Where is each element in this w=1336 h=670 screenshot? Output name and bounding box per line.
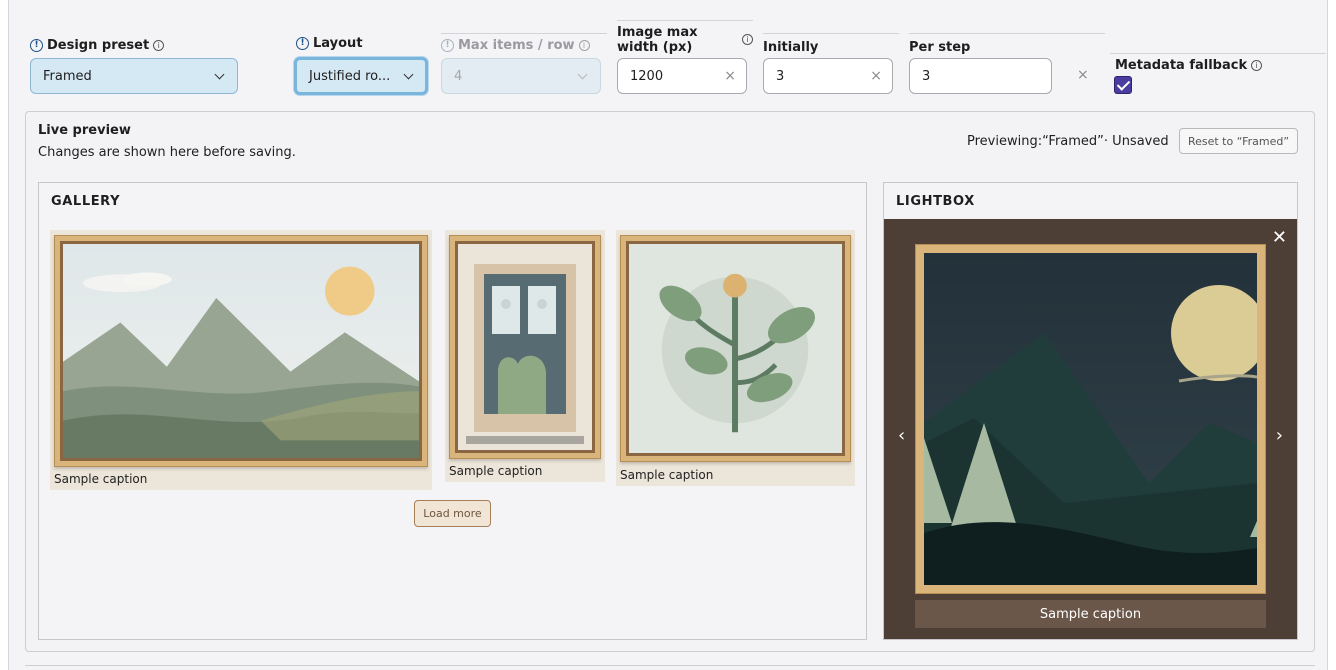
warning-icon: ! [296, 37, 309, 50]
design-preset-select[interactable]: Framed [30, 58, 238, 94]
live-preview-panel: Live preview Changes are shown here befo… [25, 111, 1315, 652]
initially-value: 3 [776, 68, 785, 84]
layout-field: ! Layout [296, 20, 436, 51]
warning-icon: ! [30, 39, 43, 52]
metadata-fallback-field: Metadata fallback i [1110, 53, 1326, 73]
divider [25, 665, 1315, 670]
chevron-down-icon [577, 69, 588, 80]
lightbox-stage: ✕ ‹ › Sample caption [884, 219, 1297, 639]
building-image [458, 244, 592, 450]
image-max-width-field: Image max width (px) i [617, 20, 753, 55]
gallery-preview: GALLERY Sample caption Sample caption Sa… [38, 182, 867, 640]
info-icon[interactable]: i [1251, 60, 1263, 71]
botanical-image [629, 244, 842, 453]
chevron-down-icon [214, 69, 225, 80]
info-icon[interactable]: i [742, 34, 753, 45]
lightbox-caption: Sample caption [915, 600, 1266, 628]
landscape-image [63, 244, 419, 458]
gallery-image-frame [449, 235, 601, 459]
gallery-image-frame [620, 235, 851, 462]
max-items-select: 4 [441, 58, 601, 94]
close-icon[interactable]: ✕ [1272, 227, 1287, 248]
gallery-item[interactable]: Sample caption [616, 230, 855, 486]
image-max-width-input[interactable]: 1200 × [617, 58, 747, 94]
gallery-caption: Sample caption [449, 464, 543, 478]
image-max-width-value: 1200 [630, 68, 664, 84]
lightbox-title: LIGHTBOX [896, 194, 975, 209]
settings-page: ! Design preset i Framed ! Layout Justif… [8, 0, 1328, 670]
live-preview-subtitle: Changes are shown here before saving. [38, 145, 296, 160]
image-max-width-label-line1: Image max [617, 25, 698, 40]
gallery-caption: Sample caption [54, 472, 148, 486]
info-icon: i [578, 40, 590, 51]
layout-label: Layout [313, 36, 363, 51]
chevron-down-icon [403, 69, 414, 80]
design-preset-field: ! Design preset i [30, 20, 240, 53]
initially-input[interactable]: 3 × [763, 58, 893, 94]
initially-label: Initially [763, 40, 819, 55]
max-items-label: Max items / row [458, 38, 575, 53]
lightbox-preview: LIGHTBOX ✕ ‹ › Sample caption [883, 182, 1298, 640]
layout-value: Justified ro... [309, 68, 391, 84]
night-landscape-image [924, 253, 1257, 585]
metadata-fallback-checkbox[interactable] [1114, 76, 1132, 94]
per-step-input[interactable]: 3 [909, 58, 1052, 94]
max-items-field: ! Max items / row i [441, 33, 607, 53]
gallery-item[interactable]: Sample caption [445, 230, 605, 482]
clear-icon[interactable]: × [870, 68, 882, 84]
live-preview-title: Live preview [38, 123, 131, 138]
design-preset-value: Framed [43, 68, 92, 84]
max-items-value: 4 [454, 68, 463, 84]
layout-select[interactable]: Justified ro... [294, 57, 428, 95]
image-max-width-label-line2: width (px) [617, 40, 693, 55]
gallery-item[interactable]: Sample caption [50, 230, 432, 490]
info-icon[interactable]: i [153, 40, 165, 51]
reset-button[interactable]: Reset to “Framed” [1179, 128, 1298, 154]
gallery-title: GALLERY [51, 194, 121, 209]
preview-status: Previewing:“Framed”· Unsaved [967, 134, 1169, 149]
metadata-fallback-label: Metadata fallback [1115, 58, 1248, 73]
gallery-image-frame [54, 235, 428, 467]
warning-icon: ! [441, 39, 454, 52]
design-preset-label: Design preset [47, 38, 150, 53]
per-step-value: 3 [922, 68, 931, 84]
per-step-field: Per step [909, 33, 1105, 55]
chevron-right-icon[interactable]: › [1276, 425, 1283, 446]
chevron-left-icon[interactable]: ‹ [898, 425, 905, 446]
gallery-caption: Sample caption [620, 468, 714, 482]
clear-icon[interactable]: × [1077, 67, 1089, 83]
per-step-label: Per step [909, 40, 971, 55]
clear-icon[interactable]: × [724, 68, 736, 84]
initially-field: Initially [763, 33, 899, 55]
load-more-button[interactable]: Load more [414, 500, 491, 527]
lightbox-image-frame [915, 244, 1266, 594]
